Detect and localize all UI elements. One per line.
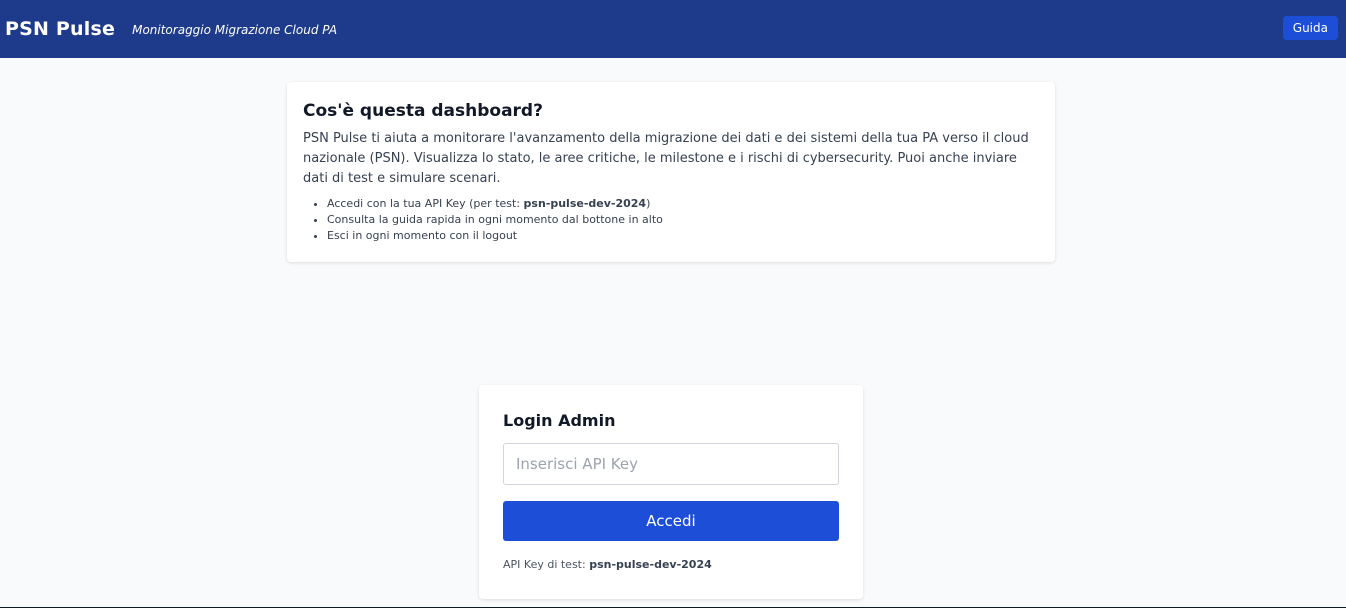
- test-key-label: API Key di test:: [503, 558, 590, 571]
- bullet-text: Accedi con la tua API Key (per test:: [327, 197, 524, 210]
- login-button[interactable]: Accedi: [503, 501, 839, 541]
- bullet-text-suffix: ): [646, 197, 651, 210]
- api-key-input[interactable]: [503, 443, 839, 485]
- list-item: Accedi con la tua API Key (per test: psn…: [327, 196, 1039, 212]
- bullet-api-key: psn-pulse-dev-2024: [523, 197, 647, 210]
- info-bullet-list: Accedi con la tua API Key (per test: psn…: [303, 196, 1039, 244]
- test-api-key-hint: API Key di test: psn-pulse-dev-2024: [503, 558, 839, 571]
- info-description: PSN Pulse ti aiuta a monitorare l'avanza…: [303, 131, 1029, 186]
- info-card: Cos'è questa dashboard? PSN Pulse ti aiu…: [287, 82, 1055, 262]
- list-item: Consulta la guida rapida in ogni momento…: [327, 212, 1039, 228]
- info-title: Cos'è questa dashboard?: [303, 101, 543, 121]
- list-item: Esci in ogni momento con il logout: [327, 228, 1039, 244]
- top-navbar: PSN Pulse Monitoraggio Migrazione Cloud …: [0, 0, 1346, 58]
- login-card: Login Admin Accedi API Key di test: psn-…: [479, 385, 863, 599]
- guide-button[interactable]: Guida: [1282, 16, 1338, 40]
- login-title: Login Admin: [503, 411, 616, 430]
- brand-logo[interactable]: PSN Pulse: [5, 18, 115, 40]
- test-key-value: psn-pulse-dev-2024: [589, 558, 712, 571]
- header-subtitle: Monitoraggio Migrazione Cloud PA: [132, 22, 338, 37]
